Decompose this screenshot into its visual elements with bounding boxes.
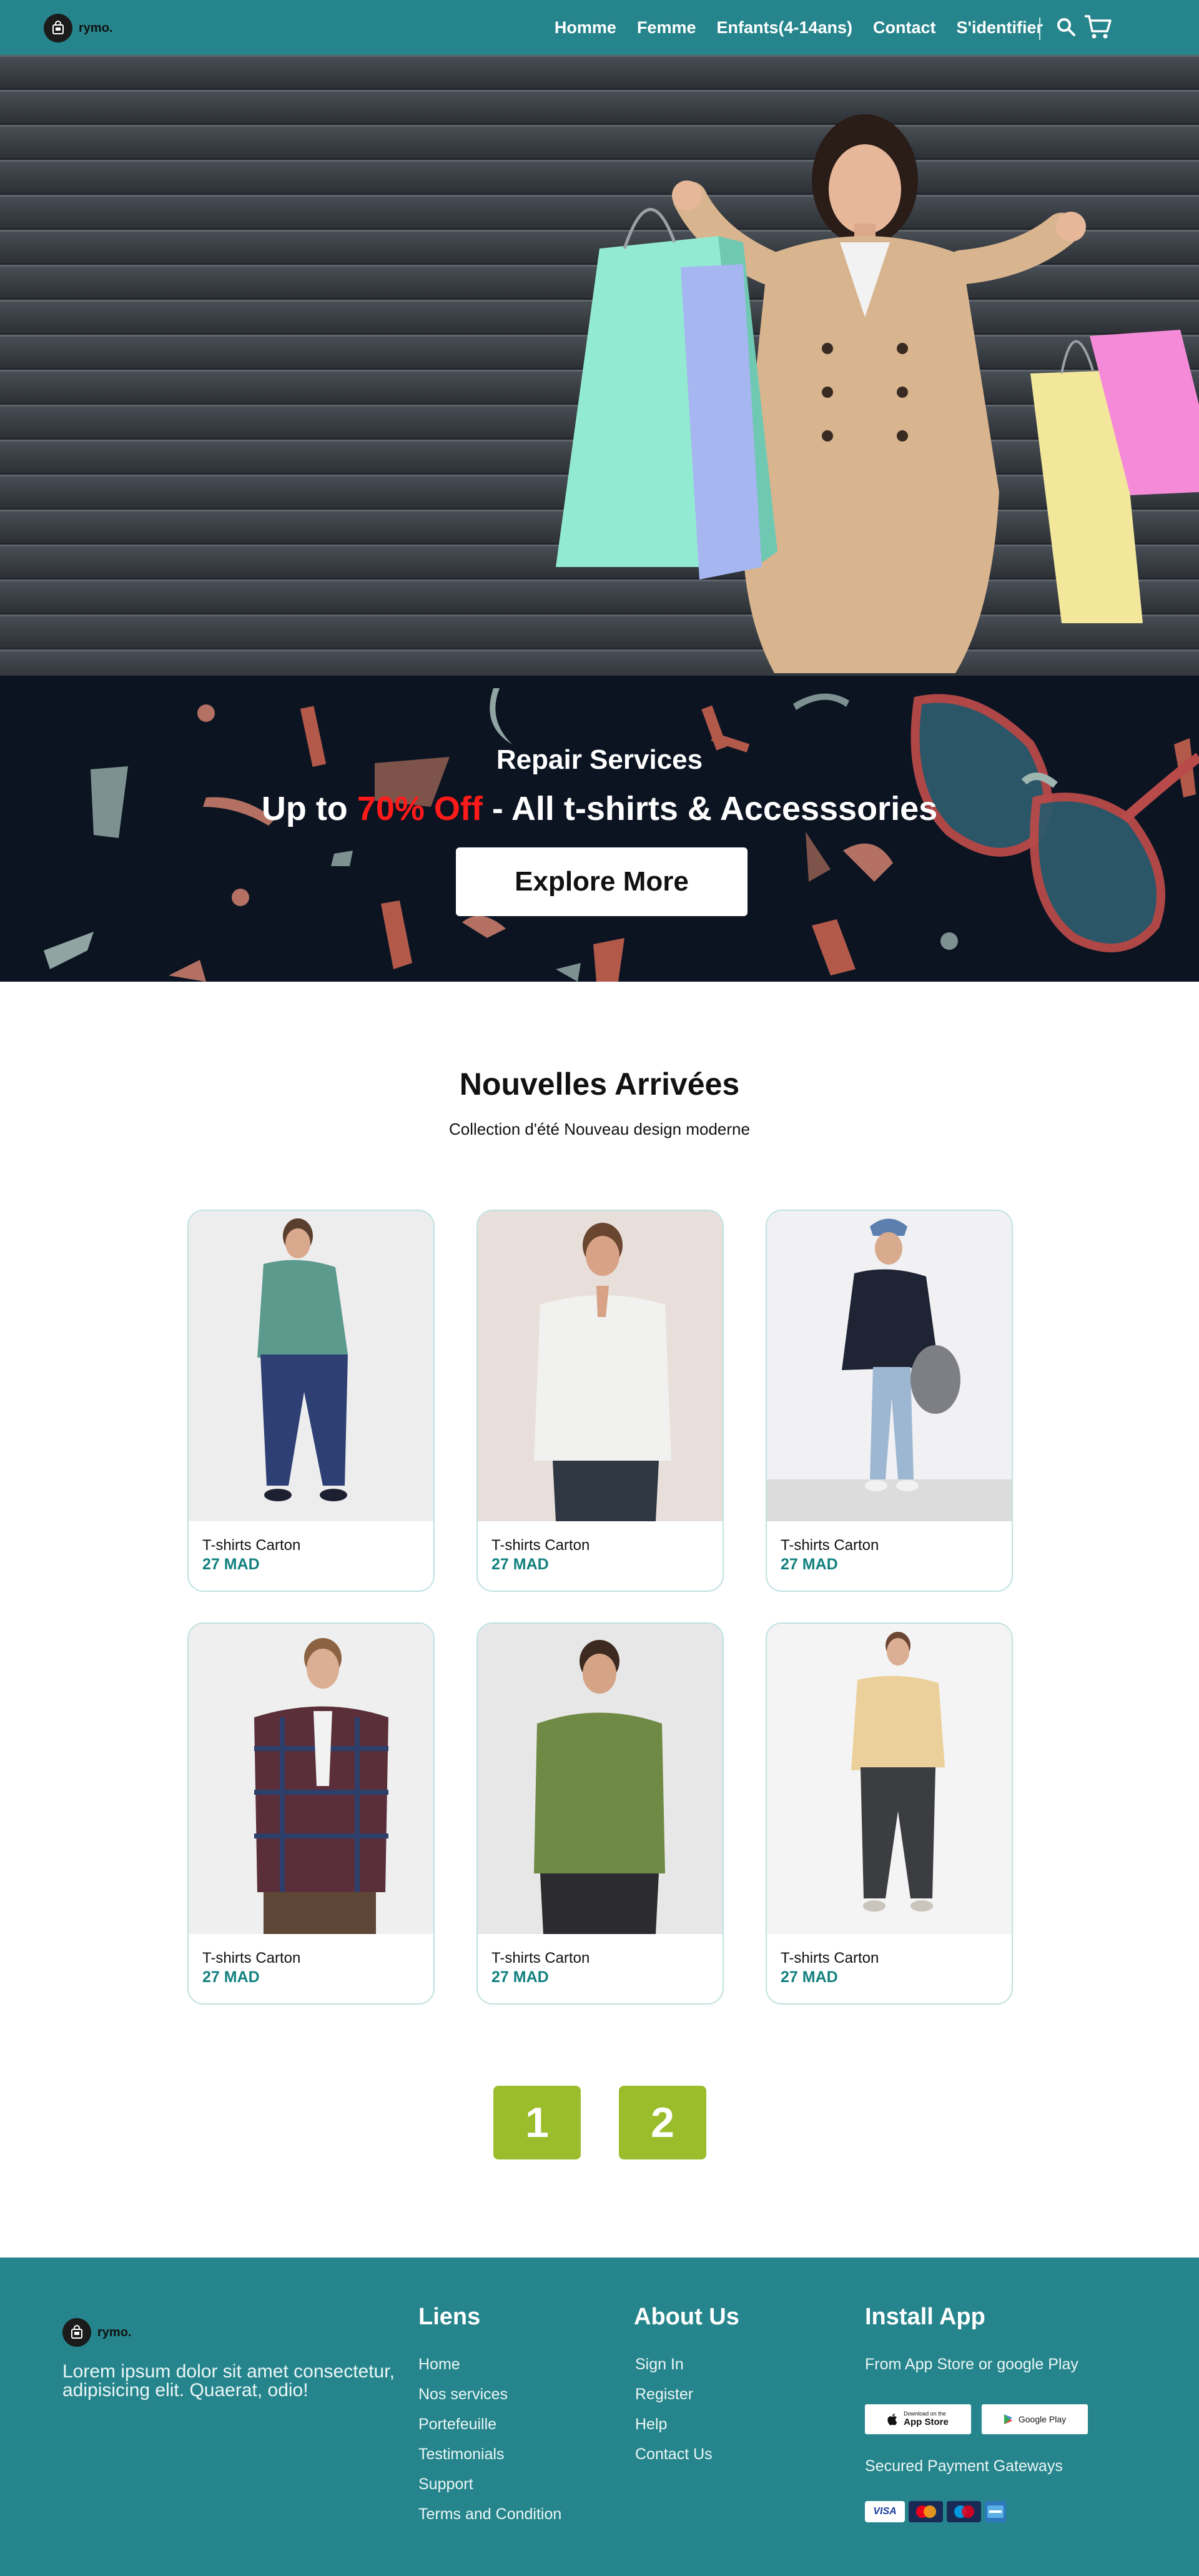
footer-link-help[interactable]: Help: [635, 2416, 667, 2434]
google-play-button[interactable]: Google Play: [982, 2404, 1088, 2434]
product-card[interactable]: T-shirts Carton 27 MAD: [187, 1622, 435, 2005]
product-price: 27 MAD: [202, 1556, 260, 1573]
footer-link-home[interactable]: Home: [418, 2356, 460, 2374]
main-menu: Homme Femme Enfants(4-14ans) Contact S'i…: [555, 0, 1043, 55]
visa-icon: VISA: [865, 2501, 905, 2522]
product-name: T-shirts Carton: [202, 1537, 301, 1554]
explore-more-button[interactable]: Explore More: [456, 847, 748, 916]
promo-title-suffix: - All t-shirts & Accesssories: [482, 790, 938, 827]
product-name: T-shirts Carton: [491, 1537, 590, 1554]
nav-link-login[interactable]: S'identifier: [957, 18, 1043, 37]
footer-link-portfolio[interactable]: Portefeuille: [418, 2416, 496, 2434]
product-name: T-shirts Carton: [491, 1950, 590, 1967]
promo-discount: 70% Off: [357, 790, 483, 827]
nav-divider: [1039, 17, 1040, 40]
product-image[interactable]: [478, 1624, 723, 1934]
nav-link-contact[interactable]: Contact: [873, 18, 936, 37]
shopping-bag-icon: [44, 14, 72, 42]
confetti-background: [44, 688, 1199, 982]
product-name: T-shirts Carton: [202, 1950, 301, 1967]
amex-icon: [985, 2501, 1006, 2522]
footer-about-title: About Us: [634, 2304, 739, 2330]
footer-payment-title: Secured Payment Gateways: [865, 2457, 1063, 2475]
footer-install-title: Install App: [865, 2304, 985, 2330]
footer-link-contact[interactable]: Contact Us: [635, 2445, 713, 2464]
maestro-icon: [947, 2501, 981, 2522]
footer-link-support[interactable]: Support: [418, 2475, 473, 2494]
footer-description: Lorem ipsum dolor sit amet consectetur, …: [62, 2361, 395, 2401]
product-card[interactable]: T-shirts Carton 27 MAD: [476, 1622, 724, 2005]
footer-link-services[interactable]: Nos services: [418, 2386, 508, 2404]
nav-link-enfants[interactable]: Enfants(4-14ans): [716, 18, 852, 37]
product-card[interactable]: T-shirts Carton 27 MAD: [766, 1622, 1013, 2005]
footer-link-signin[interactable]: Sign In: [635, 2356, 684, 2374]
product-image[interactable]: [189, 1211, 433, 1521]
product-price: 27 MAD: [491, 1968, 549, 1986]
product-card[interactable]: T-shirts Carton 27 MAD: [766, 1210, 1013, 1592]
footer-links-title: Liens: [418, 2304, 481, 2330]
page-button-1[interactable]: 1: [493, 2086, 581, 2159]
footer-brand-logo[interactable]: rymo.: [62, 2318, 131, 2347]
product-image[interactable]: [767, 1624, 1012, 1934]
product-price: 27 MAD: [781, 1968, 838, 1986]
nav-link-homme[interactable]: Homme: [555, 18, 616, 37]
cart-icon[interactable]: [1083, 14, 1112, 40]
shopping-bag-icon: [62, 2318, 91, 2347]
hero-image: [0, 55, 1199, 676]
top-navbar: rymo. Homme Femme Enfants(4-14ans) Conta…: [0, 0, 1199, 55]
product-card[interactable]: T-shirts Carton 27 MAD: [187, 1210, 435, 1592]
nav-link-femme[interactable]: Femme: [637, 18, 696, 37]
product-image[interactable]: [478, 1211, 723, 1521]
google-play-label: Google Play: [1018, 2414, 1067, 2424]
app-store-button[interactable]: Download on the App Store: [865, 2404, 971, 2434]
product-price: 27 MAD: [781, 1556, 838, 1573]
product-name: T-shirts Carton: [781, 1950, 879, 1967]
promo-title-prefix: Up to: [261, 790, 357, 827]
footer: rymo. Lorem ipsum dolor sit amet consect…: [0, 2258, 1199, 2576]
footer-link-testimonials[interactable]: Testimonials: [418, 2445, 505, 2464]
product-name: T-shirts Carton: [781, 1537, 879, 1554]
page-button-2[interactable]: 2: [619, 2086, 706, 2159]
footer-install-text: From App Store or google Play: [865, 2356, 1078, 2373]
brand-logo[interactable]: rymo.: [44, 14, 112, 42]
section-subtitle: Collection d'été Nouveau design moderne: [449, 1120, 750, 1138]
product-card[interactable]: T-shirts Carton 27 MAD: [476, 1210, 724, 1592]
app-store-label: Download on the App Store: [904, 2410, 949, 2427]
footer-link-terms[interactable]: Terms and Condition: [418, 2505, 561, 2524]
footer-brand-name: rymo.: [97, 2325, 132, 2339]
google-play-icon: [1004, 2414, 1012, 2424]
section-title: Nouvelles Arrivées: [459, 1067, 740, 1102]
product-image[interactable]: [189, 1624, 433, 1934]
search-icon[interactable]: [1055, 16, 1077, 37]
product-price: 27 MAD: [491, 1556, 549, 1573]
promo-title: Up to 70% Off - All t-shirts & Accesssor…: [0, 789, 1199, 828]
apple-icon: [887, 2414, 897, 2425]
promo-banner: Repair Services Up to 70% Off - All t-sh…: [0, 676, 1199, 982]
product-image[interactable]: [767, 1211, 1012, 1521]
footer-link-register[interactable]: Register: [635, 2386, 693, 2404]
brand-name: rymo.: [79, 21, 113, 35]
product-price: 27 MAD: [202, 1968, 260, 1986]
hero-banner: [0, 55, 1199, 676]
promo-subtitle: Repair Services: [496, 744, 703, 775]
mastercard-icon: [909, 2501, 943, 2522]
